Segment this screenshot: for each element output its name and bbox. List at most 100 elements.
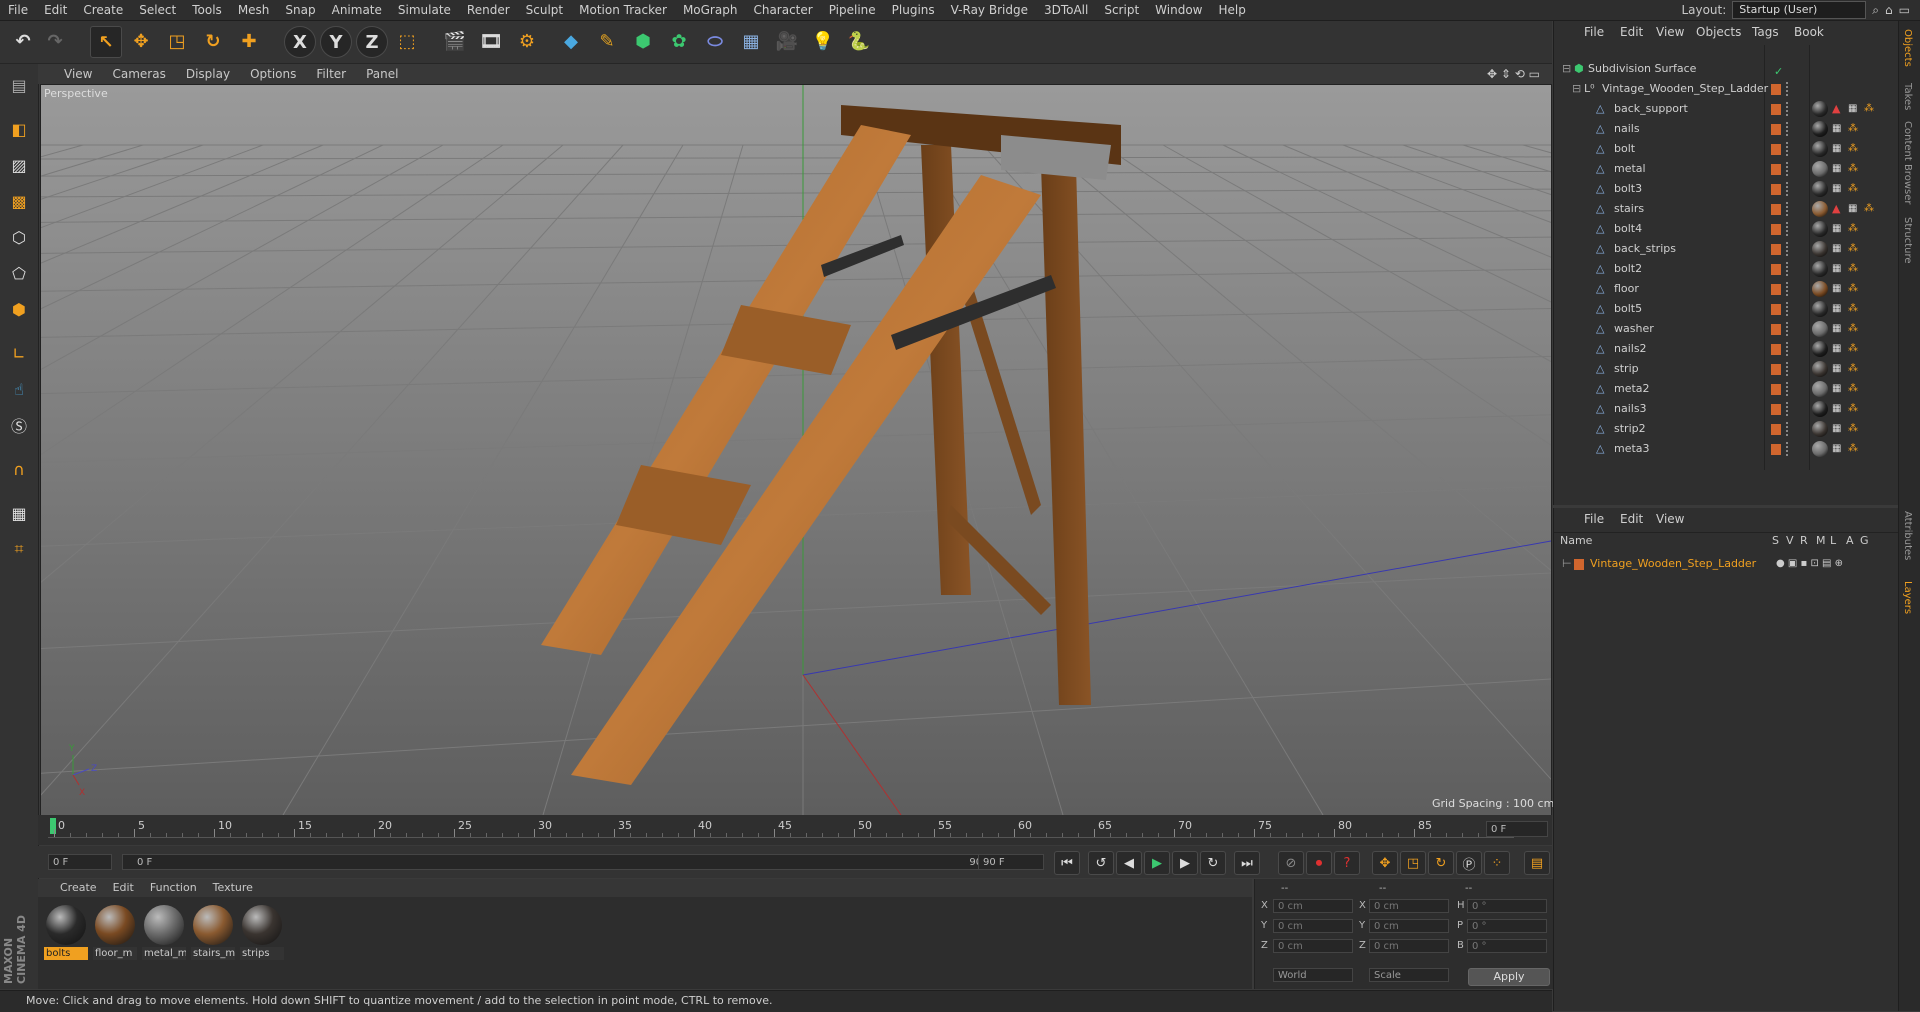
material-menu-edit[interactable]: Edit — [105, 879, 142, 897]
menu-snap[interactable]: Snap — [277, 0, 323, 20]
object-row[interactable]: △ meta2 ▦ ⁂ — [1554, 379, 1899, 399]
layer-swatch[interactable] — [1771, 224, 1781, 235]
3d-viewport[interactable]: Y Z X — [40, 84, 1552, 816]
layer-column-header[interactable]: A — [1846, 534, 1854, 547]
deformer-icon[interactable]: ⬭ — [700, 26, 730, 56]
side-tab-objects[interactable]: Objects — [1902, 29, 1913, 67]
uvw-tag-icon[interactable]: ▦ — [1832, 179, 1841, 199]
coord-position-field[interactable]: 0 cm — [1273, 919, 1353, 933]
layer-swatch[interactable] — [1771, 324, 1781, 335]
layer-color-swatch[interactable] — [1574, 559, 1584, 570]
object-menu-edit[interactable]: Edit — [1620, 25, 1643, 39]
object-menu-file[interactable]: File — [1584, 25, 1604, 39]
material-tag-icon[interactable] — [1812, 181, 1828, 197]
layer-column-header[interactable]: Name — [1560, 534, 1592, 547]
key-param-icon[interactable]: Ⓟ — [1456, 851, 1482, 875]
window-icon[interactable]: ▭ — [1899, 3, 1910, 17]
layer-swatch[interactable] — [1771, 164, 1781, 175]
selection-tag-icon[interactable]: ⁂ — [1848, 339, 1858, 359]
selection-tag-icon[interactable]: ⁂ — [1848, 139, 1858, 159]
viewport-menu-panel[interactable]: Panel — [356, 64, 408, 84]
record-icon[interactable]: ⏺ — [1306, 851, 1332, 875]
selection-tag-icon[interactable]: ⁂ — [1848, 279, 1858, 299]
lock-workplane-icon[interactable]: ▦ — [4, 498, 34, 528]
planar-workplane-icon[interactable]: ⌗ — [4, 534, 34, 564]
python-icon[interactable]: 🐍 — [844, 26, 874, 56]
coord-size-field[interactable]: 0 cm — [1369, 919, 1449, 933]
side-tab-structure[interactable]: Structure — [1902, 217, 1913, 264]
selection-tag-icon[interactable]: ⁂ — [1848, 359, 1858, 379]
key-pla-icon[interactable]: ⁘ — [1484, 851, 1510, 875]
menu-select[interactable]: Select — [131, 0, 184, 20]
object-row[interactable]: △ nails ▦ ⁂ — [1554, 119, 1899, 139]
home-icon[interactable]: ⌂ — [1885, 3, 1893, 17]
selection-tag-icon[interactable]: ⁂ — [1848, 159, 1858, 179]
viewport-menu-view[interactable]: View — [54, 64, 102, 84]
y-axis-button[interactable]: Y — [320, 26, 352, 58]
material-tag-icon[interactable] — [1812, 441, 1828, 457]
layer-swatch[interactable] — [1771, 364, 1781, 375]
object-row[interactable]: △ nails2 ▦ ⁂ — [1554, 339, 1899, 359]
material-tag-icon[interactable] — [1812, 281, 1828, 297]
visibility-dots[interactable] — [1786, 122, 1792, 136]
selection-tag-icon[interactable]: ⁂ — [1864, 99, 1874, 119]
object-row-group[interactable]: ⊟ L⁰ Vintage_Wooden_Step_Ladder — [1554, 79, 1899, 99]
menu-plugins[interactable]: Plugins — [884, 0, 943, 20]
layer-swatch[interactable] — [1771, 384, 1781, 395]
visibility-dots[interactable] — [1786, 142, 1792, 156]
material-tag-icon[interactable] — [1812, 301, 1828, 317]
uvw-tag-icon[interactable]: ▦ — [1832, 379, 1841, 399]
layer-swatch[interactable] — [1771, 284, 1781, 295]
menu-pipeline[interactable]: Pipeline — [821, 0, 884, 20]
key-position-icon[interactable]: ✥ — [1372, 851, 1398, 875]
object-menu-objects[interactable]: Objects — [1696, 25, 1741, 39]
uvw-tag-icon[interactable]: ▦ — [1832, 359, 1841, 379]
make-editable-icon[interactable]: ▤ — [4, 70, 34, 100]
light-icon[interactable]: 💡 — [808, 26, 838, 56]
viewport-menu-cameras[interactable]: Cameras — [102, 64, 175, 84]
visibility-dots[interactable] — [1786, 282, 1792, 296]
viewport-menu-filter[interactable]: Filter — [306, 64, 356, 84]
z-axis-button[interactable]: Z — [356, 26, 388, 58]
layer-swatch[interactable] — [1771, 304, 1781, 315]
selection-tag-icon[interactable]: ⁂ — [1848, 439, 1858, 459]
magnet-icon[interactable]: ∩ — [4, 454, 34, 484]
visibility-dots[interactable] — [1786, 442, 1792, 456]
side-tab-content-browser[interactable]: Content Browser — [1902, 121, 1913, 204]
coordinate-system-icon[interactable]: ⬚ — [392, 26, 422, 56]
range-slider[interactable]: 0 F 90 F — [122, 854, 1002, 870]
play-icon[interactable]: ▶ — [1144, 851, 1170, 875]
uvw-tag-icon[interactable]: ▦ — [1832, 139, 1841, 159]
selection-tag-icon[interactable]: ⁂ — [1848, 379, 1858, 399]
redo-icon[interactable]: ↷ — [40, 26, 70, 56]
menu-mograph[interactable]: MoGraph — [675, 0, 746, 20]
material-tag-icon[interactable] — [1812, 241, 1828, 257]
workplane-mode-icon[interactable]: ▩ — [4, 186, 34, 216]
selection-tag-icon[interactable]: ⁂ — [1848, 259, 1858, 279]
render-view-icon[interactable]: 🎬 — [440, 26, 470, 56]
object-menu-tags[interactable]: Tags — [1752, 25, 1779, 39]
layer-toggle-icons[interactable]: ● ▣ ▪ ⊡ ▤ ⊕ — [1776, 554, 1843, 574]
viewport-menu-options[interactable]: Options — [240, 64, 306, 84]
layer-column-header[interactable]: L — [1830, 534, 1836, 547]
timeline-ruler[interactable]: 051015202530354045505560657075808590 0 F — [38, 815, 1552, 845]
object-row[interactable]: △ nails3 ▦ ⁂ — [1554, 399, 1899, 419]
layer-column-header[interactable]: M — [1816, 534, 1826, 547]
key-scale-icon[interactable]: ◳ — [1400, 851, 1426, 875]
tweak-mode-icon[interactable]: ☝ — [4, 374, 34, 404]
material-tag-icon[interactable] — [1812, 121, 1828, 137]
polygons-mode-icon[interactable]: ⬢ — [4, 294, 34, 324]
apply-button[interactable]: Apply — [1468, 968, 1550, 986]
selection-tag-icon[interactable]: ⁂ — [1848, 399, 1858, 419]
uvw-tag-icon[interactable]: ▦ — [1832, 159, 1841, 179]
material-tag-icon[interactable] — [1812, 221, 1828, 237]
visibility-dots[interactable] — [1786, 162, 1792, 176]
search-icon[interactable]: ⌕ — [1872, 3, 1879, 18]
menu-create[interactable]: Create — [75, 0, 131, 20]
model-mode-icon[interactable]: ◧ — [4, 114, 34, 144]
layer-column-header[interactable]: S — [1772, 534, 1779, 547]
select-tool-icon[interactable]: ↖ — [90, 26, 122, 58]
object-row[interactable]: △ bolt2 ▦ ⁂ — [1554, 259, 1899, 279]
uvw-tag-icon[interactable]: ▦ — [1832, 339, 1841, 359]
layer-menu-file[interactable]: File — [1584, 512, 1604, 526]
